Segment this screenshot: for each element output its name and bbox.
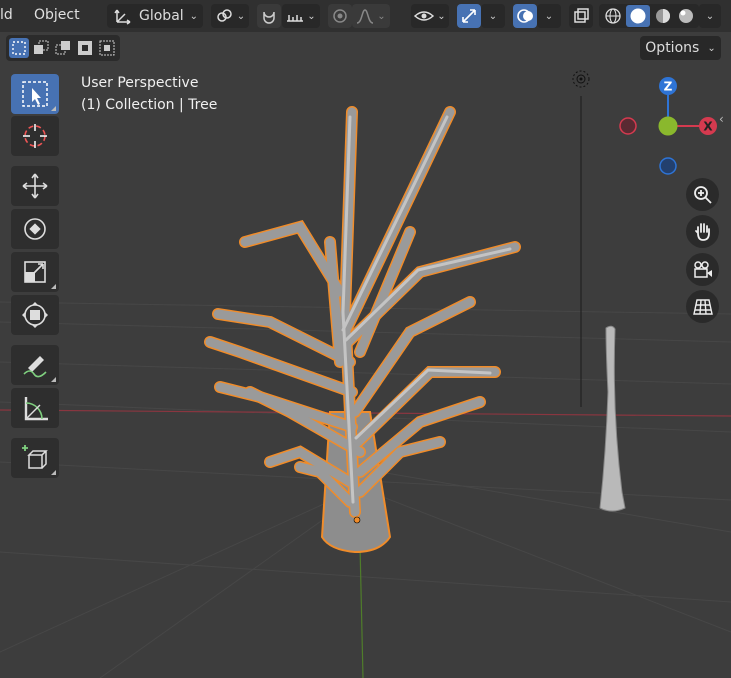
neg-z-axis-handle bbox=[659, 157, 677, 175]
neg-x-axis-handle bbox=[619, 117, 637, 135]
tool-transform[interactable] bbox=[11, 295, 59, 335]
tool-cursor[interactable] bbox=[11, 116, 59, 156]
viewport-header: ld Object Global ⌄ ⌄ ⌄ ⌄ ⌄ ⌄ ⌄ ⌄ bbox=[0, 0, 731, 32]
options-label: Options bbox=[645, 40, 700, 56]
gizmo-toggle[interactable] bbox=[457, 4, 481, 28]
y-axis-handle bbox=[658, 116, 678, 136]
branch-object bbox=[599, 325, 626, 512]
select-new-button[interactable] bbox=[9, 38, 29, 58]
shading-dropdown[interactable]: ⌄ bbox=[699, 4, 721, 28]
select-subtract-button[interactable] bbox=[53, 38, 73, 58]
shading-switcher bbox=[599, 4, 699, 28]
select-intersect-icon bbox=[99, 40, 115, 56]
transform-icon bbox=[22, 302, 48, 328]
measure-icon bbox=[24, 397, 48, 421]
move-icon bbox=[22, 173, 48, 199]
gizmo-icon bbox=[462, 9, 476, 23]
3d-viewport[interactable]: User Perspective (1) Collection | Tree Z… bbox=[0, 32, 731, 678]
select-box-icon bbox=[22, 81, 48, 107]
xray-icon bbox=[574, 8, 589, 23]
tool-select-box[interactable] bbox=[11, 74, 59, 114]
select-intersect-button[interactable] bbox=[97, 38, 117, 58]
overlays-dropdown[interactable]: ⌄ bbox=[537, 4, 561, 28]
camera-view-button[interactable] bbox=[686, 253, 719, 286]
tool-annotate[interactable] bbox=[11, 345, 59, 385]
tool-measure[interactable] bbox=[11, 388, 59, 428]
view-name: User Perspective bbox=[81, 75, 199, 91]
eye-icon bbox=[414, 11, 435, 21]
solid-shading-icon bbox=[630, 8, 645, 24]
tool-rotate[interactable] bbox=[11, 209, 59, 249]
wireframe-shading-icon[interactable] bbox=[603, 6, 623, 26]
zoom-button[interactable] bbox=[686, 178, 719, 211]
chevron-down-icon: ⌄ bbox=[307, 10, 316, 22]
pivot-dropdown[interactable]: ⌄ bbox=[211, 4, 249, 28]
annotate-icon bbox=[23, 356, 47, 378]
gizmo-dropdown[interactable]: ⌄ bbox=[481, 4, 505, 28]
chevron-down-icon: ⌄ bbox=[544, 10, 554, 22]
overlays-toggle[interactable] bbox=[513, 4, 537, 28]
scale-icon bbox=[24, 261, 46, 283]
chevron-down-icon: ⌄ bbox=[377, 10, 386, 22]
pan-button[interactable] bbox=[686, 215, 719, 248]
select-extend-icon bbox=[34, 40, 49, 54]
light-icon bbox=[572, 70, 590, 88]
sidebar-collapse-icon[interactable]: ‹ bbox=[719, 112, 731, 134]
tool-scale[interactable] bbox=[11, 252, 59, 292]
select-subtract-icon bbox=[55, 41, 70, 55]
orientation-dropdown[interactable]: Global ⌄ bbox=[107, 4, 203, 28]
cursor-icon bbox=[23, 124, 47, 148]
object-origin bbox=[353, 516, 361, 524]
tool-move[interactable] bbox=[11, 166, 59, 206]
camera-icon bbox=[693, 260, 712, 278]
select-invert-button[interactable] bbox=[75, 38, 95, 58]
navigation-gizmo[interactable]: Z X bbox=[610, 72, 730, 192]
orientation-icon bbox=[114, 9, 131, 25]
tool-add-cube[interactable] bbox=[11, 438, 59, 478]
chevron-down-icon: ⌄ bbox=[488, 10, 498, 22]
select-new-icon bbox=[12, 41, 26, 55]
rendered-shading-icon[interactable] bbox=[676, 6, 696, 26]
falloff-curve-icon bbox=[357, 9, 374, 24]
menu-item-partial[interactable]: ld bbox=[0, 7, 13, 23]
xray-toggle[interactable] bbox=[569, 4, 593, 28]
select-extend-button[interactable] bbox=[31, 38, 51, 58]
orientation-label: Global bbox=[139, 8, 184, 24]
snap-increment-icon bbox=[287, 15, 304, 22]
proportional-edit-toggle[interactable] bbox=[328, 4, 352, 28]
chevron-down-icon: ⌄ bbox=[707, 42, 716, 54]
options-dropdown[interactable]: Options ⌄ bbox=[640, 36, 721, 60]
chevron-down-icon: ⌄ bbox=[189, 10, 199, 22]
snap-toggle[interactable] bbox=[257, 4, 281, 28]
hand-icon bbox=[694, 222, 710, 241]
menu-object[interactable]: Object bbox=[34, 7, 80, 23]
magnet-icon bbox=[263, 11, 275, 24]
visibility-dropdown[interactable]: ⌄ bbox=[411, 4, 449, 28]
z-axis-label: Z bbox=[664, 80, 673, 94]
chevron-down-icon: ⌄ bbox=[705, 10, 715, 22]
snap-target-dropdown[interactable]: ⌄ bbox=[282, 4, 320, 28]
x-axis-label: X bbox=[703, 120, 713, 134]
falloff-dropdown[interactable]: ⌄ bbox=[352, 4, 390, 28]
overlays-icon bbox=[517, 9, 533, 23]
proportional-edit-icon bbox=[333, 9, 347, 23]
chevron-down-icon: ⌄ bbox=[437, 10, 446, 22]
selection-mode-group bbox=[6, 35, 120, 61]
chevron-down-icon: ⌄ bbox=[236, 10, 246, 22]
zoom-icon bbox=[693, 185, 712, 204]
select-invert-icon bbox=[78, 41, 92, 55]
perspective-toggle-button[interactable] bbox=[686, 290, 719, 323]
add-cube-icon bbox=[22, 445, 48, 469]
collection-label: (1) Collection | Tree bbox=[81, 97, 218, 113]
pivot-icon bbox=[217, 9, 232, 22]
material-shading-icon[interactable] bbox=[653, 6, 673, 26]
grid-icon bbox=[692, 298, 713, 315]
rotate-icon bbox=[24, 218, 46, 240]
solid-shading-button[interactable] bbox=[625, 5, 650, 27]
